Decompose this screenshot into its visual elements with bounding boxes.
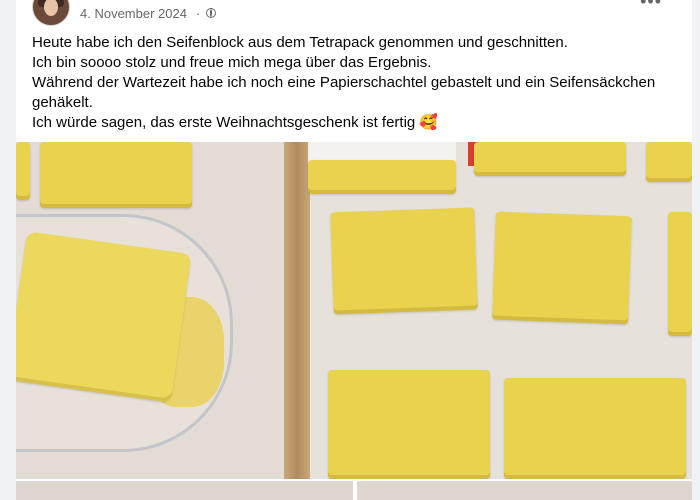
soap-bar: [668, 212, 692, 336]
soap-bar: [16, 231, 192, 403]
soap-bar: [16, 142, 30, 200]
soap-bar: [328, 370, 490, 479]
avatar[interactable]: [32, 0, 70, 26]
avatar-face: [44, 0, 58, 16]
post-text-line: Während der Wartezeit habe ich noch eine…: [32, 74, 656, 111]
photo-separator: [353, 481, 357, 500]
soap-bar: [40, 142, 192, 208]
soap-bar: [492, 211, 632, 325]
more-options-icon[interactable]: •••: [640, 0, 662, 10]
post-photo-secondary[interactable]: [16, 481, 692, 500]
post-text-line: Ich bin soooo stolz und freue mich mega …: [32, 54, 432, 71]
photo-wood-gap: [284, 142, 310, 479]
post-header: 4. November 2024 · •••: [16, 0, 692, 30]
meta-separator: ·: [196, 6, 201, 21]
post-text-line: Ich würde sagen, das erste Weihnachtsges…: [32, 114, 439, 131]
post-text: Heute habe ich den Seifenblock aus dem T…: [32, 33, 682, 133]
post-photo-main[interactable]: [16, 142, 692, 479]
post-text-line: Heute habe ich den Seifenblock aus dem T…: [32, 34, 568, 51]
globe-icon: [206, 8, 216, 18]
soap-bar: [504, 378, 686, 479]
soap-bar: [330, 207, 478, 315]
soap-bar: [308, 160, 456, 194]
soap-bar: [646, 142, 692, 182]
post-date[interactable]: 4. November 2024: [80, 6, 187, 21]
post-card: 4. November 2024 · ••• Heute habe ich de…: [16, 0, 692, 500]
soap-bar: [474, 142, 626, 176]
